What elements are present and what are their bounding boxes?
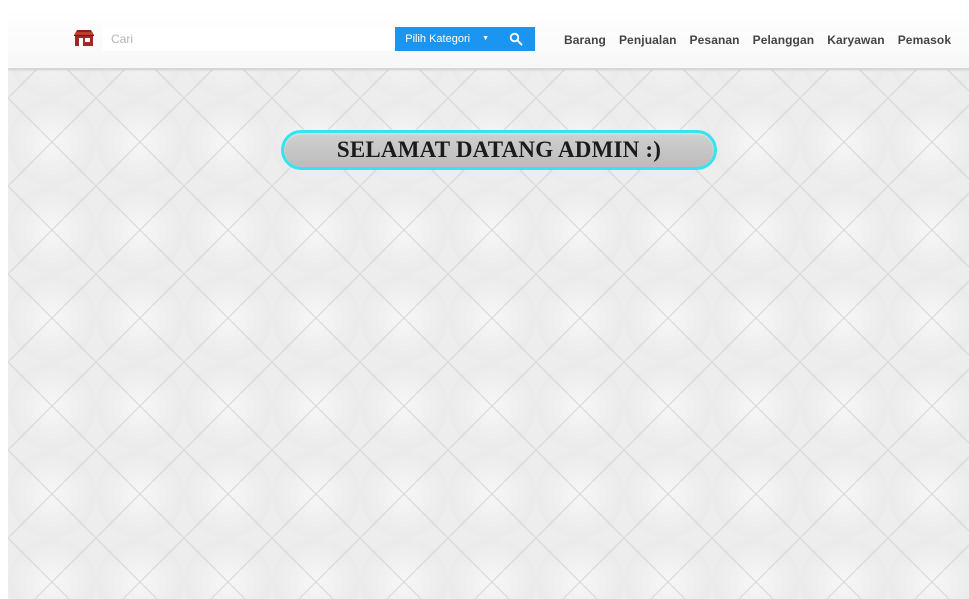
nav-penjualan[interactable]: Penjualan	[619, 33, 677, 47]
store-logo-icon[interactable]	[73, 27, 95, 49]
main-nav: Barang Penjualan Pesanan Pelanggan Karya…	[564, 33, 951, 47]
search-input[interactable]	[103, 27, 395, 51]
nav-barang[interactable]: Barang	[564, 33, 606, 47]
nav-pesanan[interactable]: Pesanan	[690, 33, 740, 47]
page-frame: Pilih Kategori ▼ Barang Penjualan Pesana…	[8, 10, 969, 599]
top-navbar: Pilih Kategori ▼ Barang Penjualan Pesana…	[8, 10, 969, 70]
welcome-banner: SELAMAT DATANG ADMIN :)	[281, 130, 717, 170]
category-select-button[interactable]: Pilih Kategori ▼	[395, 27, 535, 51]
nav-karyawan[interactable]: Karyawan	[827, 33, 885, 47]
nav-pelanggan[interactable]: Pelanggan	[753, 33, 815, 47]
category-select-label: Pilih Kategori	[405, 33, 471, 45]
caret-down-icon: ▼	[482, 34, 489, 42]
search-icon[interactable]	[509, 32, 523, 46]
nav-pemasok[interactable]: Pemasok	[898, 33, 951, 47]
welcome-message: SELAMAT DATANG ADMIN :)	[336, 137, 662, 162]
search-bar: Pilih Kategori ▼	[103, 27, 535, 51]
